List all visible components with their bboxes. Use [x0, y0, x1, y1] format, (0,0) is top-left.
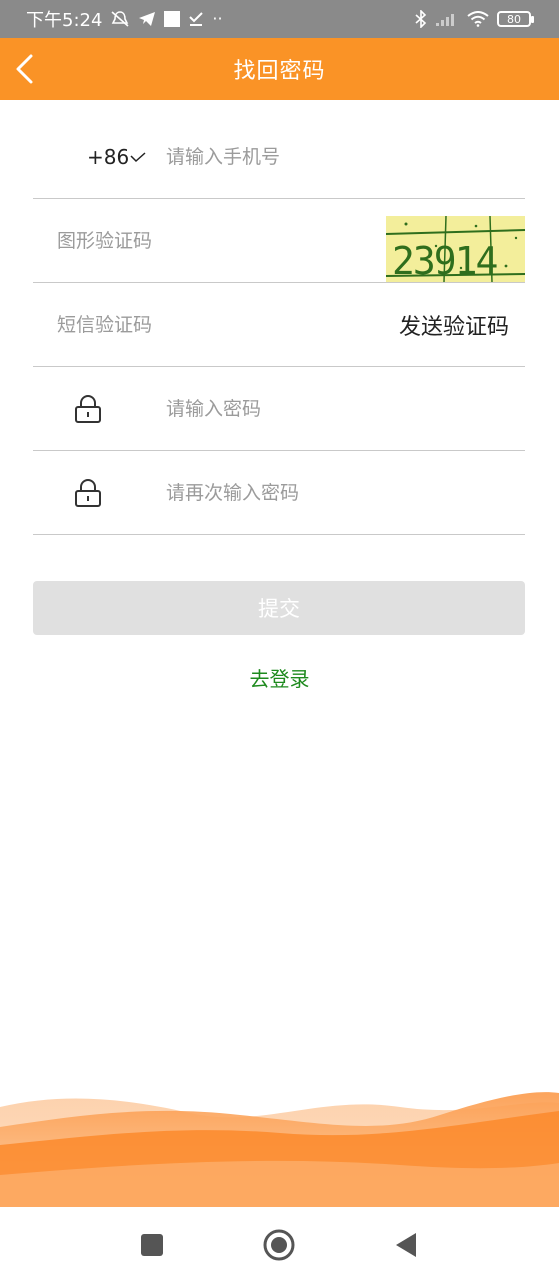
country-code-value: +86: [87, 145, 130, 169]
recover-password-form: +86 23914 发送验证码: [33, 116, 525, 535]
notification-square-icon: [164, 11, 181, 27]
confirm-password-row: [33, 451, 525, 535]
square-icon: [141, 1234, 163, 1256]
country-code-selector[interactable]: +86: [87, 145, 146, 169]
battery-level: 80: [507, 12, 521, 26]
more-dots-icon: ··: [212, 9, 223, 28]
confirm-password-input[interactable]: [166, 481, 506, 504]
sms-code-row: 发送验证码: [33, 283, 525, 367]
sms-code-input[interactable]: [57, 313, 357, 336]
status-time: 下午5:24: [26, 10, 103, 31]
go-to-login-link[interactable]: 去登录: [0, 663, 559, 692]
password-row: [33, 367, 525, 451]
wifi-icon: [467, 11, 489, 27]
system-nav-bar: [0, 1207, 559, 1280]
app-header: 找回密码: [0, 38, 559, 100]
decorative-wave: [0, 1092, 559, 1207]
download-done-icon: [188, 11, 204, 27]
status-right: 80: [415, 10, 534, 28]
captcha-text: 23914: [392, 239, 498, 282]
phone-input[interactable]: [166, 146, 506, 168]
status-left: 下午5:24 ··: [26, 6, 223, 32]
password-input[interactable]: [166, 397, 506, 420]
submit-button[interactable]: 提交: [33, 581, 525, 635]
back-nav-button[interactable]: [388, 1227, 424, 1263]
captcha-input[interactable]: [57, 229, 357, 252]
back-button[interactable]: [4, 38, 44, 100]
chevron-left-icon: [16, 54, 33, 84]
signal-icon: [435, 11, 459, 27]
captcha-row: 23914: [33, 199, 525, 283]
recent-apps-button[interactable]: [134, 1227, 170, 1263]
send-code-button[interactable]: 发送验证码: [399, 309, 509, 341]
circle-icon: [263, 1229, 295, 1261]
status-bar: 下午5:24 ·· 80: [0, 0, 559, 38]
telegram-icon: [138, 11, 156, 27]
bluetooth-icon: [415, 10, 427, 28]
home-button[interactable]: [261, 1227, 297, 1263]
mute-bell-icon: [110, 10, 130, 28]
chevron-down-icon: [130, 148, 146, 167]
page-title: 找回密码: [233, 59, 326, 84]
battery-icon: 80: [497, 11, 534, 27]
captcha-image[interactable]: 23914: [386, 216, 525, 282]
lock-icon: [74, 394, 102, 424]
lock-icon: [74, 478, 102, 508]
phone-row: +86: [33, 116, 525, 199]
triangle-back-icon: [396, 1233, 416, 1257]
